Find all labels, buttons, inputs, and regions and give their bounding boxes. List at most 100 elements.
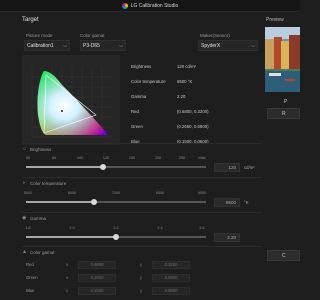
tick-label: 250: [178, 156, 186, 160]
gamma-slider-thumb[interactable]: [113, 234, 119, 240]
divider: [22, 143, 262, 144]
brightness-slider-thumb[interactable]: [100, 164, 107, 170]
preview-title: Preview: [266, 17, 284, 23]
tick-label: 50: [25, 156, 31, 160]
green-x-input[interactable]: 0.2650: [78, 274, 116, 282]
stat-row: Green (0.2650, 0.6900): [131, 124, 261, 139]
chevron-down-icon: ⌵: [251, 43, 255, 49]
color-temperature-slider[interactable]: [26, 199, 206, 205]
gamut-row-blue: Blue x 0.1500 y 0.0600: [26, 287, 226, 295]
color-temperature-icon: ◑: [22, 180, 26, 186]
preview-caption: P: [284, 99, 288, 105]
color-gamut-dropdown[interactable]: P3-D65 ⌵: [80, 40, 126, 51]
stat-value: 120 cd/m²: [177, 64, 197, 69]
stat-label: Green: [131, 124, 143, 129]
gamma-slider-fill: [26, 236, 116, 238]
tick-label: 2.0: [69, 226, 75, 230]
gamma-slider[interactable]: [26, 234, 206, 240]
tick-label: 120: [102, 156, 110, 160]
stat-row: Gamma 2.20: [131, 94, 261, 109]
tick-label: 6000: [67, 191, 77, 195]
y-axis-label: y: [140, 275, 143, 280]
stat-value: 2.20: [177, 94, 186, 99]
brightness-unit: cd/m²: [244, 165, 255, 170]
maker-value: SpyderX: [201, 42, 221, 49]
color-gamut-value: P3-D65: [83, 42, 100, 49]
bottom-side-button[interactable]: C: [267, 250, 300, 261]
x-axis-label: x: [66, 262, 69, 267]
green-y-input[interactable]: 0.6900: [152, 274, 190, 282]
brightness-slider[interactable]: [26, 164, 206, 170]
brightness-icon: ☼: [22, 146, 27, 152]
color-temperature-slider-fill: [26, 201, 94, 203]
red-x-input[interactable]: 0.6800: [78, 261, 116, 269]
maker-dropdown[interactable]: SpyderX ⌵: [198, 40, 258, 51]
stat-label: Brightness: [131, 64, 152, 69]
gamma-ticks: 1.8 2.0 2.2 2.4 2.6: [25, 226, 206, 231]
preview-image: [265, 27, 300, 92]
color-temperature-label: ◑ Color temperature: [22, 180, 67, 187]
cie-diagram-panel: [22, 55, 120, 145]
color-gamut-section-label: ▲ Color gamut: [22, 249, 55, 256]
color-gamut-icon: ▲: [22, 249, 27, 255]
chevron-down-icon: ⌵: [63, 43, 67, 49]
x-axis-label: x: [66, 288, 69, 293]
gamut-row-name: Blue: [26, 288, 35, 293]
stat-value: 6500 °K: [177, 79, 193, 84]
stat-label: Gamma: [131, 94, 147, 99]
color-temperature-unit: °K: [244, 200, 249, 205]
chevron-down-icon: ⌵: [119, 43, 123, 49]
brightness-slider-fill: [26, 166, 104, 168]
y-axis-label: y: [140, 262, 143, 267]
tick-label: Max: [198, 156, 206, 160]
gamma-input[interactable]: 2.20: [214, 233, 240, 242]
picture-mode-value: Calibration1: [27, 42, 54, 49]
title-bar: LG Calibration Studio: [0, 0, 300, 12]
gamut-row-red: Red x 0.6800 y 0.3200: [26, 261, 226, 269]
blue-y-input[interactable]: 0.0600: [152, 287, 190, 295]
brightness-input[interactable]: 120: [214, 163, 240, 172]
gamma-icon: ◉: [22, 215, 27, 221]
divider: [22, 246, 262, 247]
color-temperature-slider-thumb[interactable]: [90, 199, 97, 205]
picture-mode-label: Picture mode: [26, 33, 53, 38]
gamut-row-name: Green: [26, 275, 38, 280]
app-title: LG Calibration Studio: [130, 2, 179, 9]
tick-label: 200: [154, 156, 162, 160]
cie-diagram: [31, 67, 112, 138]
stat-row: Red (0.6800, 0.3200): [131, 109, 261, 124]
gamut-row-name: Red: [26, 262, 34, 267]
tick-label: 2.2: [113, 226, 119, 230]
color-temperature-input[interactable]: 6500: [214, 198, 240, 207]
tick-label: 80: [51, 156, 57, 160]
lg-logo-icon: [121, 2, 128, 9]
stat-row: Color temperature 6500 °K: [131, 79, 261, 94]
color-gamut-label: Color gamut: [80, 33, 105, 38]
brightness-label: ☼ Brightness: [22, 146, 52, 153]
tick-label: 2.6: [199, 226, 205, 230]
stat-value: (0.6800, 0.3200): [177, 109, 209, 114]
preview-button[interactable]: R: [267, 108, 300, 119]
blue-x-input[interactable]: 0.1500: [78, 287, 116, 295]
target-stats: Brightness 120 cd/m² Color temperature 6…: [131, 64, 261, 154]
red-y-input[interactable]: 0.3200: [152, 261, 190, 269]
stat-label: Color temperature: [131, 79, 166, 84]
brightness-ticks: 50 80 100 120 150 200 250 Max: [26, 156, 206, 161]
gamut-row-green: Green x 0.2650 y 0.6900: [26, 274, 226, 282]
preview-canal-picture: [265, 27, 300, 92]
cie-whitepoint-glow: [37, 71, 108, 135]
divider: [22, 212, 262, 213]
tick-label: 150: [128, 156, 136, 160]
tick-label: 9000: [197, 191, 207, 195]
section-title-target: Target: [22, 17, 39, 23]
maker-label: Maker(Sensor): [200, 33, 230, 38]
tick-label: 7000: [111, 191, 121, 195]
picture-mode-dropdown[interactable]: Calibration1 ⌵: [24, 40, 70, 51]
gamma-label: ◉ Gamma: [22, 215, 47, 222]
tick-label: 5000: [23, 191, 33, 195]
y-axis-label: y: [140, 288, 143, 293]
tick-label: 8000: [155, 191, 165, 195]
tick-label: 1.8: [25, 226, 31, 230]
stat-row: Blue (0.1500, 0.0600): [131, 139, 261, 154]
tick-label: 100: [76, 156, 84, 160]
